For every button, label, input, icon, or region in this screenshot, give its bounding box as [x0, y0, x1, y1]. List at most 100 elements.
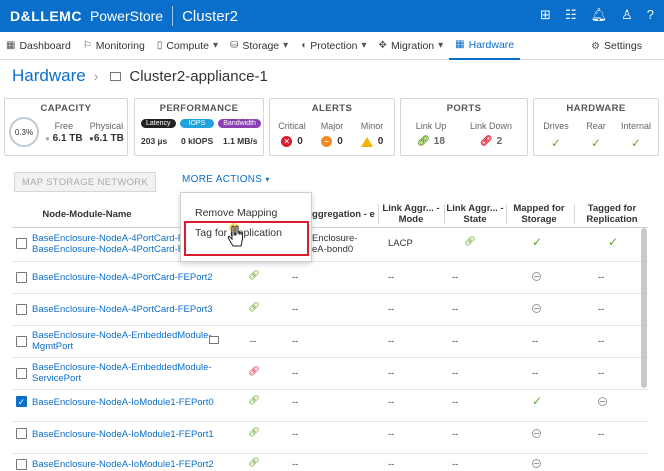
row-name[interactable]: BaseEnclosure-NodeA-EmbeddedModule- MgmtP…	[32, 330, 212, 352]
row-name[interactable]: BaseEnclosure-NodeA-EmbeddedModule- Servi…	[32, 362, 212, 384]
user-icon[interactable]: ♙	[621, 8, 633, 22]
link-up-icon: 🔗︎	[248, 302, 261, 313]
nav-compute[interactable]: ▯ Compute ▾	[151, 32, 224, 60]
nav-label: Hardware	[468, 38, 515, 51]
hw-internal: Internal ✓	[616, 121, 656, 150]
performance-title: PERFORMANCE	[159, 103, 239, 114]
link-up-icon: 🔗︎	[464, 236, 477, 247]
table-row[interactable]: BaseEnclosure-NodeA-EmbeddedModule- MgmtP…	[12, 326, 648, 358]
drives-label: Drives	[543, 121, 569, 131]
row-mapped: --	[532, 336, 539, 347]
row-tagged: --	[598, 368, 605, 379]
ports-linkdown: Link Down 🔗︎ 2	[461, 121, 521, 147]
storage-icon: ⛁	[229, 40, 239, 51]
table-row[interactable]: ✓ BaseEnclosure-NodeA-IoModule1-FEPort0 …	[12, 390, 648, 422]
help-icon[interactable]: ?	[647, 8, 654, 22]
row-state: --	[452, 304, 459, 315]
check-icon: ✓	[608, 235, 619, 249]
col-link-aggr-mode[interactable]: Link Aggr... - Mode	[382, 200, 440, 228]
row-checkbox[interactable]	[16, 238, 27, 249]
row-state: --	[452, 429, 459, 440]
row-mode: --	[388, 336, 395, 347]
row-tagged: --	[598, 336, 605, 347]
row-checkbox[interactable]: ✓	[16, 396, 27, 407]
internal-label: Internal	[620, 121, 652, 131]
major-label: Major	[320, 121, 344, 131]
nav-migration[interactable]: ✥ Migration ▾	[373, 32, 450, 60]
nav-protection[interactable]: ◖ Protection ▾	[294, 32, 372, 60]
row-mode: --	[388, 429, 395, 440]
row-name[interactable]: BaseEnclosure-NodeA-4PortCard-FEPort3	[32, 304, 213, 315]
row-name[interactable]: BaseEnclosure-NodeA-4PortCard-FE BaseEncl…	[32, 233, 190, 255]
capacity-panel[interactable]: CAPACITY 0.3% Free ● 6.1 TB Physical ●6.…	[4, 98, 128, 156]
row-checkbox[interactable]	[16, 428, 27, 439]
chevron-down-icon: ▾	[265, 175, 270, 184]
table-row[interactable]: BaseEnclosure-NodeA-IoModule1-FEPort2 🔗︎…	[12, 454, 648, 471]
nav-monitoring[interactable]: ⚐ Monitoring	[77, 32, 151, 60]
nav-storage[interactable]: ⛁ Storage ▾	[224, 32, 294, 60]
check-icon: ✓	[532, 235, 543, 249]
bell-icon[interactable]: 🔔︎	[591, 8, 608, 22]
critical-label: Critical	[278, 121, 306, 131]
row-mapped: --	[532, 368, 539, 379]
table-row[interactable]: BaseEnclosure-NodeA-EmbeddedModule- Servi…	[12, 358, 648, 390]
table-row[interactable]: BaseEnclosure-NodeA-4PortCard-FE BaseEncl…	[12, 228, 648, 262]
menu-remove-mapping[interactable]: Remove Mapping	[195, 207, 277, 219]
alerts-panel[interactable]: ALERTS Critical ✕ 0 Major –0 Minor 0	[269, 98, 395, 156]
col-node-module-name[interactable]: Node-Module-Name	[12, 200, 162, 228]
nav-dashboard[interactable]: ▦ Dashboard	[0, 32, 77, 60]
row-aggregation: --	[292, 429, 299, 440]
perf-values: 203 µs 0 kIOPS 1.1 MB/s	[141, 136, 258, 146]
row-name[interactable]: BaseEnclosure-NodeA-4PortCard-FEPort2	[32, 272, 213, 283]
product-name: PowerStore	[89, 8, 164, 24]
table-row[interactable]: BaseEnclosure-NodeA-4PortCard-FEPort3 🔗︎…	[12, 294, 648, 326]
nav-label: Protection	[310, 39, 358, 52]
row-mode: --	[388, 304, 395, 315]
col-aggregation[interactable]: Aggregation - e	[304, 200, 376, 228]
row-state: --	[452, 336, 459, 347]
linkdown-label: Link Down	[469, 121, 513, 131]
ports-title: PORTS	[446, 103, 482, 114]
nav-settings[interactable]: ⚙ Settings	[585, 32, 648, 60]
link-up-icon: 🔗︎	[248, 427, 261, 438]
row-name[interactable]: BaseEnclosure-NodeA-IoModule1-FEPort1	[32, 429, 214, 440]
col-link-aggr-state[interactable]: Link Aggr... - State	[446, 200, 504, 228]
col-mapped-for-storage[interactable]: Mapped for Storage	[508, 200, 570, 228]
table-scrollbar[interactable]	[641, 228, 647, 388]
cluster-name[interactable]: Cluster2	[182, 8, 238, 25]
breadcrumb-hardware[interactable]: Hardware	[12, 66, 86, 86]
row-checkbox[interactable]	[16, 459, 27, 470]
more-actions-button[interactable]: MORE ACTIONS ▾	[182, 174, 270, 185]
row-tagged: --	[598, 304, 605, 315]
row-checkbox[interactable]	[16, 304, 27, 315]
map-storage-network-button[interactable]: MAP STORAGE NETWORK	[14, 172, 156, 192]
top-icons: ⊞ ☷ 🔔︎ ♙ ?	[540, 8, 654, 22]
check-icon: ✓	[590, 136, 602, 150]
grid-icon[interactable]: ⊞	[540, 8, 551, 22]
table-row[interactable]: BaseEnclosure-NodeA-IoModule1-FEPort1 🔗︎…	[12, 422, 648, 454]
row-state: --	[452, 459, 459, 470]
row-aggregation: --	[292, 368, 299, 379]
row-mode: --	[388, 368, 395, 379]
performance-panel[interactable]: PERFORMANCE Latency IOPS Bandwidth 203 µ…	[134, 98, 264, 156]
row-mode: --	[388, 459, 395, 470]
row-checkbox[interactable]	[16, 272, 27, 283]
row-checkbox[interactable]	[16, 368, 27, 379]
table-row[interactable]: BaseEnclosure-NodeA-4PortCard-FEPort2 🔗︎…	[12, 262, 648, 294]
row-state: --	[452, 397, 459, 408]
linkup-value: 18	[433, 136, 445, 147]
row-aggregation: --	[292, 272, 299, 283]
nav-label: Storage	[242, 39, 280, 52]
ports-panel[interactable]: PORTS Link Up 🔗︎ 18 Link Down 🔗︎ 2	[400, 98, 528, 156]
nav-hardware[interactable]: ▦ Hardware	[449, 32, 521, 60]
nav-label: Dashboard	[19, 39, 71, 52]
row-checkbox[interactable]	[16, 336, 27, 347]
appliance-icon	[110, 71, 122, 81]
row-name[interactable]: BaseEnclosure-NodeA-IoModule1-FEPort2	[32, 459, 214, 470]
hardware-panel[interactable]: HARDWARE Drives ✓ Rear ✓ Internal ✓	[533, 98, 659, 156]
row-tagged: --	[598, 429, 605, 440]
tasks-icon[interactable]: ☷	[565, 8, 577, 22]
alerts-title: ALERTS	[311, 103, 353, 114]
col-tagged-for-replication[interactable]: Tagged for Replication	[578, 200, 646, 228]
row-name[interactable]: BaseEnclosure-NodeA-IoModule1-FEPort0	[32, 397, 214, 408]
